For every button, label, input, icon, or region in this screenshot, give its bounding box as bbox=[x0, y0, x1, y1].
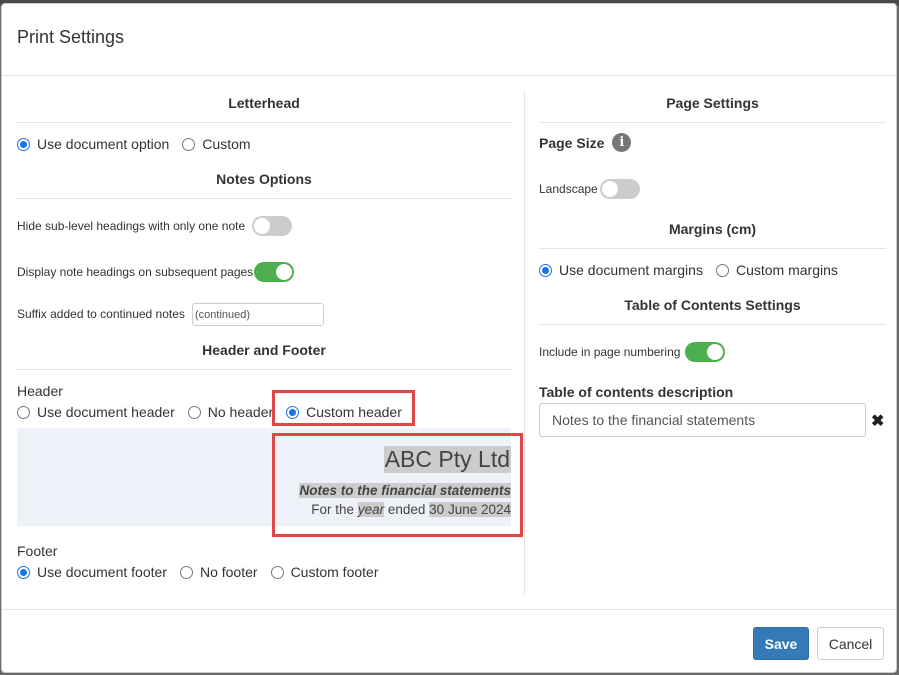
radio-unchecked-icon[interactable] bbox=[715, 263, 729, 277]
footer-label: Footer bbox=[17, 543, 58, 559]
footer-option-none[interactable]: No footer bbox=[179, 564, 258, 580]
radio-unchecked-icon[interactable] bbox=[187, 405, 201, 419]
page-size-row: Page Size i bbox=[539, 133, 632, 152]
landscape-toggle[interactable] bbox=[600, 179, 640, 199]
letterhead-option-custom[interactable]: Custom bbox=[182, 136, 251, 152]
toc-settings-title: Table of Contents Settings bbox=[539, 297, 886, 325]
cancel-button[interactable]: Cancel bbox=[817, 627, 884, 660]
radio-checked-icon[interactable] bbox=[17, 137, 30, 151]
include-page-numbering-toggle[interactable] bbox=[685, 342, 725, 362]
margins-option-custom[interactable]: Custom margins bbox=[715, 262, 838, 278]
header-option-document[interactable]: Use document header bbox=[17, 404, 175, 420]
right-column: Page Settings Page Size i Landscape Marg… bbox=[539, 89, 886, 599]
footer-option-document[interactable]: Use document footer bbox=[17, 564, 167, 580]
hide-sub-level-toggle[interactable] bbox=[252, 216, 292, 236]
radio-unchecked-icon[interactable] bbox=[182, 137, 196, 151]
page-settings-title: Page Settings bbox=[539, 95, 886, 123]
letterhead-options: Use document option Custom bbox=[17, 136, 264, 152]
letterhead-title: Letterhead bbox=[17, 95, 511, 123]
radio-checked-icon[interactable] bbox=[17, 565, 30, 579]
suffix-label: Suffix added to continued notes bbox=[17, 307, 185, 321]
suffix-input[interactable] bbox=[192, 303, 324, 326]
column-divider bbox=[524, 90, 525, 595]
hide-sub-level-label: Hide sub-level headings with only one no… bbox=[17, 219, 246, 233]
display-note-headings-label: Display note headings on subsequent page… bbox=[17, 265, 254, 279]
footer-options: Use document footer No footer Custom foo… bbox=[17, 564, 392, 580]
margins-title: Margins (cm) bbox=[539, 221, 886, 249]
header-footer-title: Header and Footer bbox=[17, 342, 511, 370]
toc-description-label: Table of contents description bbox=[539, 384, 734, 400]
toc-description-input[interactable] bbox=[539, 403, 866, 437]
landscape-label: Landscape bbox=[539, 182, 598, 196]
radio-unchecked-icon[interactable] bbox=[270, 565, 284, 579]
info-icon[interactable]: i bbox=[612, 133, 632, 152]
left-column: Letterhead Use document option Custom No… bbox=[17, 89, 523, 599]
notes-options-title: Notes Options bbox=[17, 171, 511, 199]
header-label: Header bbox=[17, 383, 63, 399]
header-option-none[interactable]: No header bbox=[187, 404, 273, 420]
dialog-title: Print Settings bbox=[17, 27, 125, 47]
header-preview-highlight bbox=[272, 433, 523, 537]
page-size-label: Page Size bbox=[539, 134, 605, 151]
letterhead-option-document[interactable]: Use document option bbox=[17, 136, 169, 152]
footer-option-custom[interactable]: Custom footer bbox=[270, 564, 379, 580]
radio-unchecked-icon[interactable] bbox=[17, 405, 30, 419]
save-button[interactable]: Save bbox=[753, 627, 809, 660]
print-settings-dialog: Print Settings Letterhead Use document o… bbox=[1, 3, 897, 673]
dialog-header: Print Settings bbox=[2, 4, 896, 76]
dialog-footer: Save Cancel bbox=[2, 609, 896, 673]
margins-options: Use document margins Custom margins bbox=[539, 262, 851, 278]
radio-unchecked-icon[interactable] bbox=[179, 565, 193, 579]
margins-option-document[interactable]: Use document margins bbox=[539, 262, 703, 278]
clear-icon[interactable]: ✖ bbox=[871, 411, 884, 431]
radio-checked-icon[interactable] bbox=[539, 263, 552, 277]
display-note-headings-toggle[interactable] bbox=[254, 262, 294, 282]
custom-header-highlight bbox=[272, 390, 415, 426]
include-page-numbering-label: Include in page numbering bbox=[539, 345, 681, 359]
